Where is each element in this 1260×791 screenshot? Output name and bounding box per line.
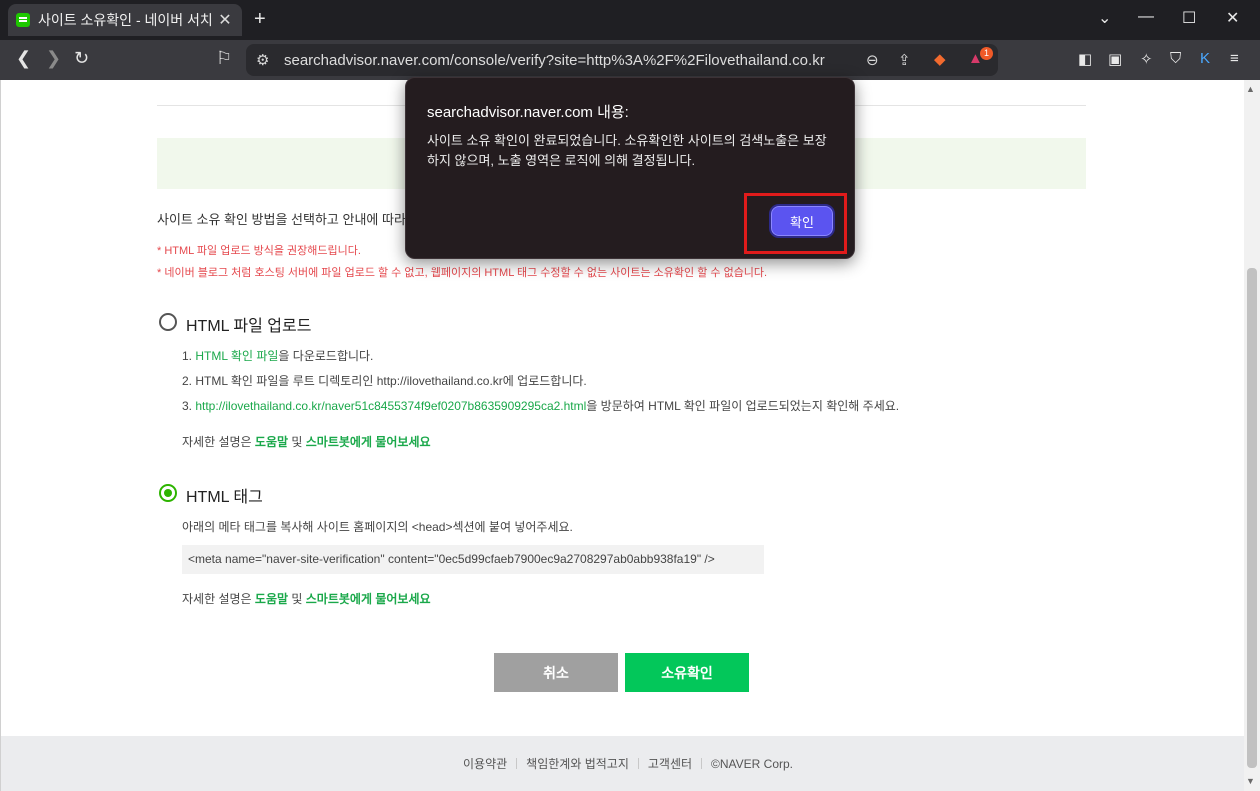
brave-shields-icon[interactable]: ◆	[934, 50, 946, 68]
alert-dialog: searchadvisor.naver.com 내용: 사이트 소유 확인이 완…	[405, 77, 855, 259]
close-tab-icon[interactable]: ✕	[216, 10, 234, 30]
help-prefix: 자세한 설명은	[182, 435, 255, 449]
smartbot-link[interactable]: 스마트봇에게 물어보세요	[306, 592, 431, 606]
footer-copyright: ©NAVER Corp.	[711, 756, 794, 771]
help-line-tag: 자세한 설명은 도움말 및 스마트봇에게 물어보세요	[182, 590, 431, 607]
back-icon[interactable]: ❮	[16, 48, 31, 69]
forward-icon[interactable]: ❯	[46, 48, 61, 69]
help-link[interactable]: 도움말	[255, 435, 288, 449]
verify-ownership-button[interactable]: 소유확인	[625, 653, 749, 692]
address-bar[interactable]: ⚙ searchadvisor.naver.com/console/verify…	[246, 44, 998, 76]
url-text: searchadvisor.naver.com/console/verify?s…	[284, 51, 825, 69]
footer-support-link[interactable]: 고객센터	[648, 755, 692, 772]
step-2: 2. HTML 확인 파일을 루트 디렉토리인 http://ilovethai…	[182, 374, 587, 388]
footer-legal-link[interactable]: 책임한계와 법적고지	[526, 755, 629, 772]
step-1-suffix: 을 다운로드합니다.	[278, 349, 374, 363]
site-info-icon[interactable]: ⚙	[256, 51, 269, 69]
footer-divider	[516, 758, 518, 769]
notification-badge: 1	[980, 47, 993, 60]
vpn-shield-icon[interactable]: ⛉	[1170, 50, 1181, 67]
dialog-title: searchadvisor.naver.com 내용:	[427, 104, 629, 121]
step-3-prefix: 3.	[182, 399, 196, 413]
extension-icon[interactable]: K	[1200, 50, 1210, 67]
browser-toolbar: ❮ ❯ ↻ ⚐ ⚙ searchadvisor.naver.com/consol…	[0, 40, 1260, 80]
zoom-icon[interactable]: ⊖	[866, 51, 879, 69]
leo-ai-icon[interactable]: ✧	[1140, 50, 1153, 68]
help-line-file: 자세한 설명은 도움말 및 스마트봇에게 물어보세요	[182, 433, 431, 450]
help-mid: 및	[288, 592, 306, 606]
browser-tab[interactable]: 사이트 소유확인 - 네이버 서치 ✕	[8, 4, 242, 36]
dialog-ok-button[interactable]: 확인	[769, 204, 835, 238]
intro-text: 사이트 소유 확인 방법을 선택하고 안내에 따라 적용	[157, 212, 434, 227]
help-mid: 및	[288, 435, 306, 449]
sidebar-icon[interactable]: ◧	[1078, 50, 1092, 68]
verification-file-link[interactable]: http://ilovethailand.co.kr/naver51c84553…	[195, 399, 586, 413]
smartbot-link[interactable]: 스마트봇에게 물어보세요	[306, 435, 431, 449]
wallet-icon[interactable]: ▣	[1108, 50, 1122, 68]
minimize-icon[interactable]: —	[1138, 8, 1154, 26]
bookmark-icon[interactable]: ⚐	[216, 48, 232, 69]
footer-divider	[701, 758, 703, 769]
dialog-message: 사이트 소유 확인이 완료되었습니다. 소유확인한 사이트의 검색노출은 보장하…	[427, 133, 827, 168]
html-tag-description: 아래의 메타 태그를 복사해 사이트 홈페이지의 <head>섹션에 붙여 넣어…	[182, 520, 573, 534]
tab-title: 사이트 소유확인 - 네이버 서치	[38, 12, 213, 28]
step-1-prefix: 1.	[182, 349, 196, 363]
warning-blog: * 네이버 블로그 처럼 호스팅 서버에 파일 업로드 할 수 없고, 웹페이지…	[157, 267, 768, 279]
cancel-button[interactable]: 취소	[494, 653, 618, 692]
reload-icon[interactable]: ↻	[74, 48, 89, 69]
new-tab-icon[interactable]: +	[254, 8, 266, 31]
radio-html-file[interactable]	[159, 313, 177, 331]
share-icon[interactable]: ⇪	[898, 51, 911, 69]
scroll-down-icon[interactable]: ▼	[1246, 776, 1255, 786]
help-prefix: 자세한 설명은	[182, 592, 255, 606]
close-window-icon[interactable]: ✕	[1226, 8, 1239, 28]
html-file-download-link[interactable]: HTML 확인 파일	[195, 349, 278, 363]
option-html-tag-title: HTML 태그	[186, 489, 263, 506]
maximize-icon[interactable]: ☐	[1182, 8, 1196, 28]
meta-tag-code[interactable]: <meta name="naver-site-verification" con…	[182, 545, 764, 574]
radio-html-tag[interactable]	[159, 484, 177, 502]
naver-favicon-icon	[16, 13, 30, 27]
scrollbar-thumb[interactable]	[1247, 268, 1257, 768]
warning-recommend: * HTML 파일 업로드 방식을 권장해드립니다.	[157, 245, 361, 257]
step-3-suffix: 을 방문하여 HTML 확인 파일이 업로드되었는지 확인해 주세요.	[586, 399, 900, 413]
browser-tab-bar: 사이트 소유확인 - 네이버 서치 ✕ + ⌄ — ☐ ✕	[0, 0, 1260, 40]
footer-divider	[637, 758, 639, 769]
option-html-file-title: HTML 파일 업로드	[186, 318, 312, 335]
menu-icon[interactable]: ≡	[1230, 50, 1239, 67]
help-link[interactable]: 도움말	[255, 592, 288, 606]
footer-terms-link[interactable]: 이용약관	[463, 755, 507, 772]
footer-links: 이용약관 책임한계와 법적고지 고객센터 ©NAVER Corp.	[463, 755, 793, 772]
tab-search-chevron-icon[interactable]: ⌄	[1098, 8, 1111, 28]
scroll-up-icon[interactable]: ▲	[1246, 84, 1255, 94]
step-3: 3. http://ilovethailand.co.kr/naver51c84…	[182, 397, 899, 414]
step-1: 1. HTML 확인 파일을 다운로드합니다.	[182, 347, 373, 364]
